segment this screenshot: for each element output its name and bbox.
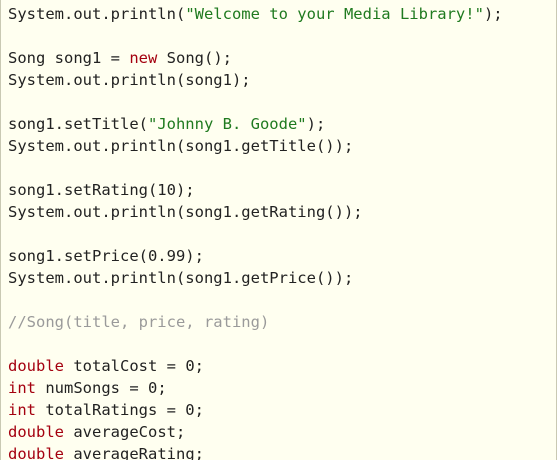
code-text: song1.setRating(10); xyxy=(8,181,195,199)
code-comment: //Song(title, price, rating) xyxy=(8,313,270,331)
keyword: double xyxy=(8,357,64,375)
code-text: System.out.println(song1.getRating()); xyxy=(8,203,363,221)
code-line: System.out.println("Welcome to your Medi… xyxy=(8,3,503,25)
code-text: song1.setPrice(0.99); xyxy=(8,247,204,265)
code-line: System.out.println(song1); xyxy=(8,69,251,91)
code-line: double averageRating; xyxy=(8,443,204,460)
string-literal: "Johnny B. Goode" xyxy=(147,115,307,133)
code-text: averageRating; xyxy=(64,445,204,460)
keyword: double xyxy=(8,445,64,460)
code-line: //Song(title, price, rating) xyxy=(8,311,269,333)
code-text: System.out.println( xyxy=(8,5,186,23)
code-line: double totalCost = 0; xyxy=(8,355,204,377)
code-text: Song(); xyxy=(157,49,232,67)
code-line: Song song1 = new Song(); xyxy=(8,47,232,69)
code-line: song1.setRating(10); xyxy=(8,179,195,201)
code-text: numSongs = 0; xyxy=(36,379,167,397)
code-text: System.out.println(song1.getTitle()); xyxy=(8,137,354,155)
code-line: song1.setPrice(0.99); xyxy=(8,245,204,267)
code-text: System.out.println(song1); xyxy=(8,71,251,89)
keyword: double xyxy=(8,423,64,441)
code-text: totalRatings = 0; xyxy=(36,401,204,419)
code-line: System.out.println(song1.getTitle()); xyxy=(8,135,353,157)
code-text: Song song1 = xyxy=(8,49,130,67)
code-line: System.out.println(song1.getRating()); xyxy=(8,201,363,223)
code-text: totalCost = 0; xyxy=(64,357,204,375)
code-text: averageCost; xyxy=(64,423,186,441)
code-text: ); xyxy=(483,5,503,23)
code-text: song1.setTitle( xyxy=(8,115,148,133)
code-text: ); xyxy=(306,115,326,133)
keyword: int xyxy=(8,379,36,397)
keyword: new xyxy=(129,49,158,67)
code-editor[interactable]: System.out.println("Welcome to your Medi… xyxy=(0,0,557,460)
code-line: System.out.println(song1.getPrice()); xyxy=(8,267,353,289)
string-literal: "Welcome to your Media Library!" xyxy=(185,5,484,23)
code-text: System.out.println(song1.getPrice()); xyxy=(8,269,354,287)
code-line: double averageCost; xyxy=(8,421,185,443)
code-line: int totalRatings = 0; xyxy=(8,399,204,421)
code-line: int numSongs = 0; xyxy=(8,377,167,399)
keyword: int xyxy=(8,401,36,419)
code-line: song1.setTitle("Johnny B. Goode"); xyxy=(8,113,325,135)
